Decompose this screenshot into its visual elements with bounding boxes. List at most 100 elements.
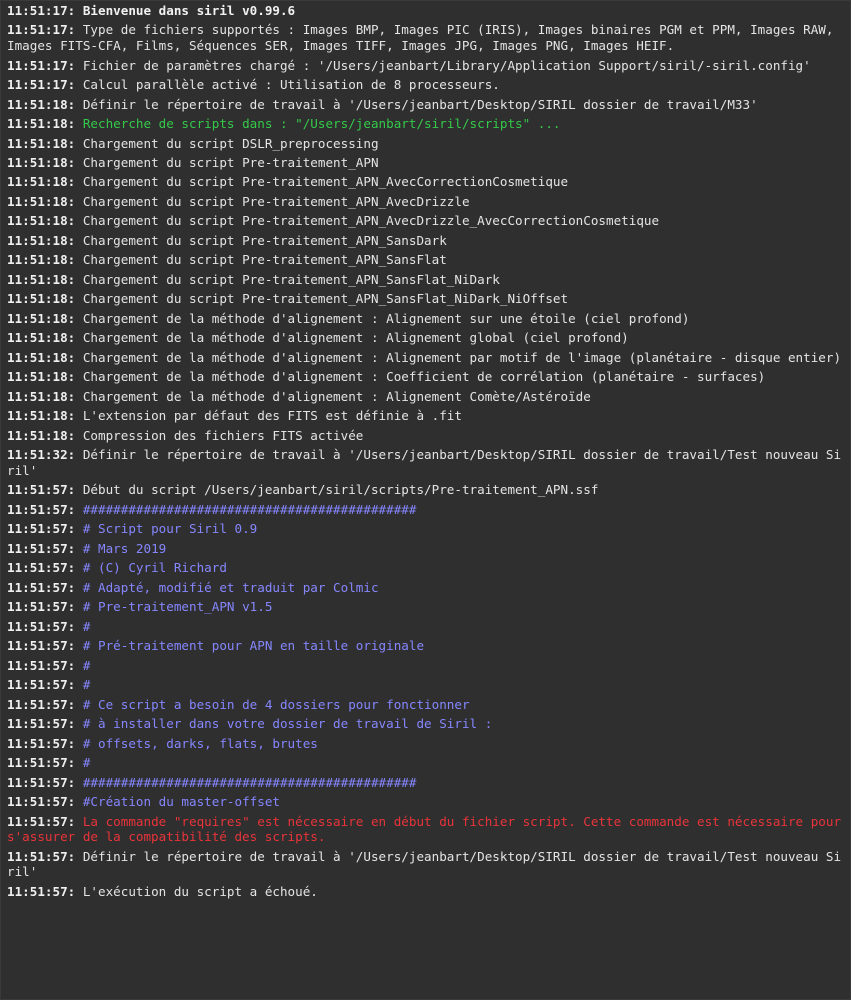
- log-timestamp: 11:51:18:: [7, 193, 76, 209]
- log-line: 11:51:57: #: [7, 658, 844, 674]
- log-line: 11:51:18: Chargement de la méthode d'ali…: [7, 389, 844, 405]
- log-timestamp: 11:51:57:: [7, 774, 76, 790]
- log-timestamp: 11:51:18:: [7, 271, 76, 287]
- log-timestamp: 11:51:18:: [7, 388, 76, 404]
- log-message: Chargement de la méthode d'alignement : …: [82, 388, 591, 404]
- log-message: # Ce script a besoin de 4 dossiers pour …: [82, 696, 470, 712]
- log-timestamp: 11:51:17:: [7, 77, 76, 93]
- log-timestamp: 11:51:57:: [7, 599, 76, 615]
- log-line: 11:51:18: Chargement de la méthode d'ali…: [7, 350, 844, 366]
- log-message: L'extension par défaut des FITS est défi…: [82, 408, 462, 424]
- log-timestamp: 11:51:57:: [7, 501, 76, 517]
- log-line: 11:51:18: Chargement du script Pre-trait…: [7, 291, 844, 307]
- log-message: Chargement du script Pre-traitement_APN_…: [82, 213, 660, 229]
- log-message: Définir le répertoire de travail à '/Use…: [7, 447, 842, 478]
- log-message: Chargement du script Pre-traitement_APN_…: [82, 193, 470, 209]
- log-timestamp: 11:51:57:: [7, 755, 76, 771]
- log-timestamp: 11:51:57:: [7, 521, 76, 537]
- log-timestamp: 11:51:18:: [7, 135, 76, 151]
- log-line: 11:51:57: Début du script /Users/jeanbar…: [7, 482, 844, 498]
- log-line: 11:51:57: #Création du master-offset: [7, 794, 844, 810]
- log-timestamp: 11:51:18:: [7, 349, 76, 365]
- log-message: Début du script /Users/jeanbart/siril/sc…: [82, 482, 599, 498]
- log-line: 11:51:18: Chargement de la méthode d'ali…: [7, 369, 844, 385]
- log-line: 11:51:18: Chargement du script Pre-trait…: [7, 194, 844, 210]
- log-timestamp: 11:51:57:: [7, 735, 76, 751]
- log-line: 11:51:18: Chargement du script Pre-trait…: [7, 155, 844, 171]
- log-message: Définir le répertoire de travail à '/Use…: [82, 96, 758, 112]
- log-message: #: [82, 657, 91, 673]
- log-line: 11:51:18: Chargement du script DSLR_prep…: [7, 136, 844, 152]
- log-message: Chargement de la méthode d'alignement : …: [82, 369, 766, 385]
- log-message: # Pré-traitement pour APN en taille orig…: [82, 638, 425, 654]
- log-line: 11:51:17: Type de fichiers supportés : I…: [7, 22, 844, 53]
- log-timestamp: 11:51:18:: [7, 96, 76, 112]
- log-timestamp: 11:51:57:: [7, 540, 76, 556]
- log-line: 11:51:18: Chargement du script Pre-trait…: [7, 252, 844, 268]
- log-message: #: [82, 618, 91, 634]
- log-timestamp: 11:51:57:: [7, 716, 76, 732]
- log-message: Chargement du script Pre-traitement_APN: [82, 154, 379, 170]
- log-line: 11:51:57: # Script pour Siril 0.9: [7, 521, 844, 537]
- log-line: 11:51:57: # Adapté, modifié et traduit p…: [7, 580, 844, 596]
- log-message: Bienvenue dans siril v0.99.6: [82, 3, 296, 18]
- log-line: 11:51:32: Définir le répertoire de trava…: [7, 447, 844, 478]
- log-timestamp: 11:51:18:: [7, 252, 76, 268]
- log-line: 11:51:18: Chargement de la méthode d'ali…: [7, 311, 844, 327]
- log-message: Chargement du script DSLR_preprocessing: [82, 135, 379, 151]
- log-line: 11:51:18: Chargement de la méthode d'ali…: [7, 330, 844, 346]
- log-line: 11:51:17: Fichier de paramètres chargé :…: [7, 58, 844, 74]
- log-timestamp: 11:51:17:: [7, 57, 76, 73]
- log-message: Compression des fichiers FITS activée: [82, 427, 364, 443]
- log-line: 11:51:18: Recherche de scripts dans : "/…: [7, 116, 844, 132]
- log-message: # (C) Cyril Richard: [82, 560, 227, 576]
- log-timestamp: 11:51:57:: [7, 560, 76, 576]
- log-message: Fichier de paramètres chargé : '/Users/j…: [82, 57, 811, 73]
- log-line: 11:51:57: # Pré-traitement pour APN en t…: [7, 638, 844, 654]
- log-message: Type de fichiers supportés : Images BMP,…: [7, 22, 842, 54]
- log-timestamp: 11:51:18:: [7, 427, 76, 443]
- log-timestamp: 11:51:57:: [7, 579, 76, 595]
- log-line: 11:51:57: ##############################…: [7, 775, 844, 791]
- log-timestamp: 11:51:57:: [7, 657, 76, 673]
- log-message: # Pre-traitement_APN v1.5: [82, 599, 273, 615]
- log-line: 11:51:18: L'extension par défaut des FIT…: [7, 408, 844, 424]
- console-log[interactable]: 11:51:17: Bienvenue dans siril v0.99.6 11…: [0, 0, 851, 1000]
- log-line: 11:51:57: # Ce script a besoin de 4 doss…: [7, 697, 844, 713]
- log-message: Recherche de scripts dans : "/Users/jean…: [82, 116, 561, 132]
- log-line: 11:51:57: #: [7, 677, 844, 693]
- log-message: ########################################…: [82, 774, 417, 790]
- log-timestamp: 11:51:57:: [7, 794, 76, 810]
- log-message: Chargement du script Pre-traitement_APN_…: [82, 291, 569, 307]
- log-timestamp: 11:51:18:: [7, 330, 76, 346]
- log-message: # Mars 2019: [82, 540, 167, 556]
- log-message: Chargement du script Pre-traitement_APN_…: [82, 271, 500, 287]
- log-timestamp: 11:51:32:: [7, 447, 76, 463]
- log-message: Chargement de la méthode d'alignement : …: [82, 310, 690, 326]
- log-line: 11:51:57: # (C) Cyril Richard: [7, 560, 844, 576]
- log-timestamp: 11:51:18:: [7, 369, 76, 385]
- log-message: #: [82, 677, 91, 693]
- log-timestamp: 11:51:18:: [7, 291, 76, 307]
- log-message: Chargement du script Pre-traitement_APN_…: [82, 252, 447, 268]
- log-timestamp: 11:51:18:: [7, 213, 76, 229]
- log-timestamp: 11:51:57:: [7, 813, 76, 829]
- log-timestamp: 11:51:57:: [7, 883, 76, 899]
- log-message: #: [82, 755, 91, 771]
- log-line: 11:51:17: Bienvenue dans siril v0.99.6: [7, 3, 844, 19]
- log-timestamp: 11:51:18:: [7, 154, 76, 170]
- log-line: 11:51:57: Définir le répertoire de trava…: [7, 849, 844, 880]
- log-timestamp: 11:51:18:: [7, 232, 76, 248]
- log-timestamp: 11:51:18:: [7, 408, 76, 424]
- log-line: 11:51:57: #: [7, 755, 844, 771]
- log-timestamp: 11:51:57:: [7, 638, 76, 654]
- log-line: 11:51:18: Compression des fichiers FITS …: [7, 428, 844, 444]
- log-message: Chargement du script Pre-traitement_APN_…: [82, 232, 447, 248]
- log-message: #Création du master-offset: [82, 794, 280, 810]
- log-line: 11:51:57: # Mars 2019: [7, 541, 844, 557]
- log-line: 11:51:17: Calcul parallèle activé : Util…: [7, 77, 844, 93]
- log-line: 11:51:57: L'exécution du script a échoué…: [7, 884, 844, 900]
- log-timestamp: 11:51:18:: [7, 116, 76, 132]
- log-timestamp: 11:51:57:: [7, 848, 76, 864]
- log-timestamp: 11:51:57:: [7, 696, 76, 712]
